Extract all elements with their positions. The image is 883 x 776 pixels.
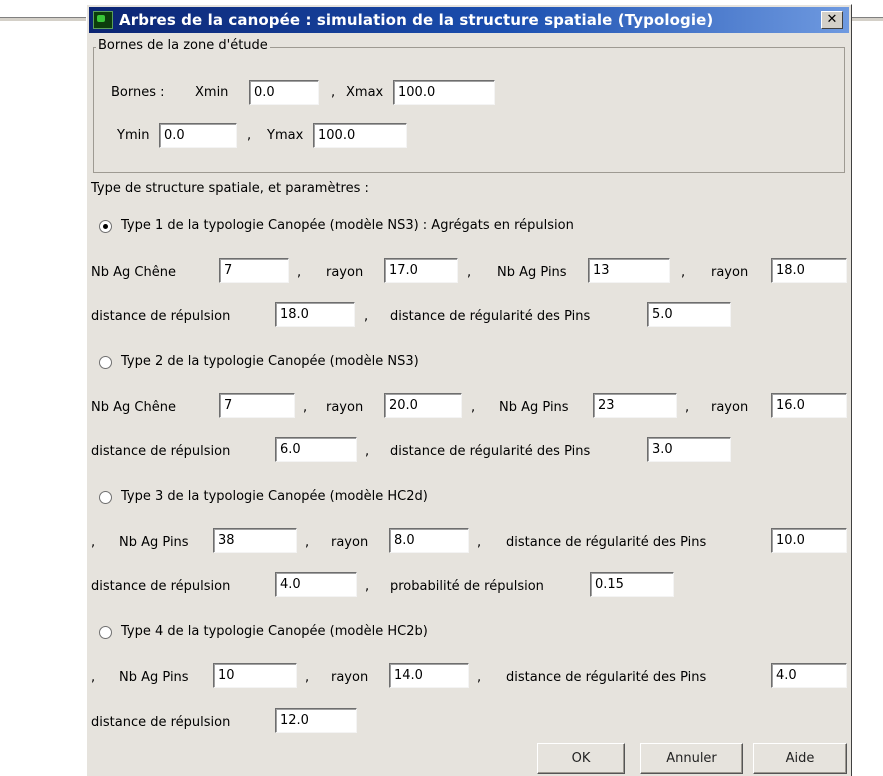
type1-regularite-input[interactable] [647, 302, 731, 327]
type3-radio[interactable] [99, 491, 112, 504]
type1-comma-3: , [681, 265, 686, 280]
type2-nb-pins-input[interactable] [593, 393, 677, 418]
ymax-label: Ymax [267, 128, 304, 143]
xmin-input[interactable] [249, 80, 319, 105]
xmax-input[interactable] [393, 80, 495, 105]
type3-nb-pins-label: Nb Ag Pins [119, 535, 189, 550]
window-title: Arbres de la canopée : simulation de la … [119, 11, 714, 29]
type1-comma-2: , [467, 265, 472, 280]
type1-regularite-label: distance de régularité des Pins [390, 309, 591, 324]
type1-rayon1-input[interactable] [384, 258, 458, 283]
type4-comma-2: , [477, 670, 482, 685]
ymin-input[interactable] [159, 123, 237, 148]
help-button[interactable]: Aide [753, 743, 847, 774]
type4-rayon-label: rayon [331, 670, 369, 685]
title-bar[interactable]: Arbres de la canopée : simulation de la … [89, 7, 849, 33]
type2-rayon2-label: rayon [711, 400, 749, 415]
type4-regularite-input[interactable] [771, 663, 847, 688]
type2-comma-4: , [365, 444, 370, 459]
type3-proba-input[interactable] [590, 572, 674, 597]
type3-regularite-input[interactable] [771, 528, 847, 553]
ymin-label: Ymin [117, 128, 150, 143]
type3-comma-0: , [91, 535, 96, 550]
cancel-button[interactable]: Annuler [640, 743, 743, 774]
type4-repulsion-label: distance de répulsion [91, 715, 231, 730]
type2-comma-2: , [471, 400, 476, 415]
type3-rayon-input[interactable] [389, 528, 469, 553]
type3-regularite-label: distance de régularité des Pins [506, 535, 707, 550]
type1-nb-pins-input[interactable] [588, 258, 670, 283]
type2-rayon1-label: rayon [326, 400, 364, 415]
type3-proba-label: probabilité de répulsion [390, 579, 544, 594]
type2-nb-chene-label: Nb Ag Chêne [91, 400, 176, 415]
type2-repulsion-input[interactable] [275, 437, 357, 462]
type3-rayon-label: rayon [331, 535, 369, 550]
type1-repulsion-input[interactable] [275, 302, 355, 327]
xmin-separator: , [331, 85, 336, 100]
type3-repulsion-input[interactable] [275, 572, 357, 597]
type4-regularite-label: distance de régularité des Pins [506, 670, 707, 685]
type2-nb-pins-label: Nb Ag Pins [499, 400, 569, 415]
type4-rayon-input[interactable] [389, 663, 469, 688]
type3-label: Type 3 de la typologie Canopée (modèle H… [121, 489, 428, 504]
type3-nb-pins-input[interactable] [213, 528, 297, 553]
type3-comma-1: , [305, 535, 310, 550]
type2-label: Type 2 de la typologie Canopée (modèle N… [121, 354, 419, 369]
type1-nb-chene-input[interactable] [219, 258, 289, 283]
background-separator-right [852, 17, 883, 22]
bounds-group-legend: Bornes de la zone d'étude [96, 38, 270, 53]
type2-comma-1: , [303, 400, 308, 415]
type1-comma-4: , [364, 309, 369, 324]
type1-rayon2-input[interactable] [771, 258, 847, 283]
background-separator [0, 17, 90, 22]
type2-rayon2-input[interactable] [771, 393, 847, 418]
type2-radio[interactable] [99, 356, 112, 369]
type1-nb-chene-label: Nb Ag Chêne [91, 265, 176, 280]
type1-comma-1: , [297, 265, 302, 280]
xmax-label: Xmax [346, 85, 384, 100]
xmin-label: Xmin [195, 85, 229, 100]
bounds-label: Bornes : [111, 85, 165, 100]
type2-nb-chene-input[interactable] [219, 393, 295, 418]
type3-comma-3: , [365, 579, 370, 594]
type4-radio[interactable] [99, 626, 112, 639]
type1-radio[interactable] [99, 220, 112, 233]
type4-comma-0: , [91, 670, 96, 685]
type1-rayon2-label: rayon [711, 265, 749, 280]
close-icon[interactable]: ✕ [821, 11, 843, 29]
type1-nb-pins-label: Nb Ag Pins [497, 265, 567, 280]
type3-comma-2: , [477, 535, 482, 550]
type2-repulsion-label: distance de répulsion [91, 444, 231, 459]
type4-repulsion-input[interactable] [275, 708, 357, 733]
type4-nb-pins-input[interactable] [213, 663, 297, 688]
type1-label: Type 1 de la typologie Canopée (modèle N… [121, 218, 574, 233]
app-icon [93, 11, 113, 29]
ymin-separator: , [247, 128, 252, 143]
type2-comma-3: , [685, 400, 690, 415]
type1-repulsion-label: distance de répulsion [91, 309, 231, 324]
bounds-group: Bornes de la zone d'étude [93, 38, 845, 173]
type1-rayon1-label: rayon [326, 265, 364, 280]
type2-rayon1-input[interactable] [384, 393, 462, 418]
type2-regularite-label: distance de régularité des Pins [390, 444, 591, 459]
dialog-window: Arbres de la canopée : simulation de la … [86, 4, 852, 776]
type4-nb-pins-label: Nb Ag Pins [119, 670, 189, 685]
type3-repulsion-label: distance de répulsion [91, 579, 231, 594]
type4-comma-1: , [305, 670, 310, 685]
section-label: Type de structure spatiale, et paramètre… [91, 181, 369, 196]
ok-button[interactable]: OK [537, 743, 625, 774]
type4-label: Type 4 de la typologie Canopée (modèle H… [121, 624, 428, 639]
type2-regularite-input[interactable] [647, 437, 731, 462]
ymax-input[interactable] [313, 123, 407, 148]
